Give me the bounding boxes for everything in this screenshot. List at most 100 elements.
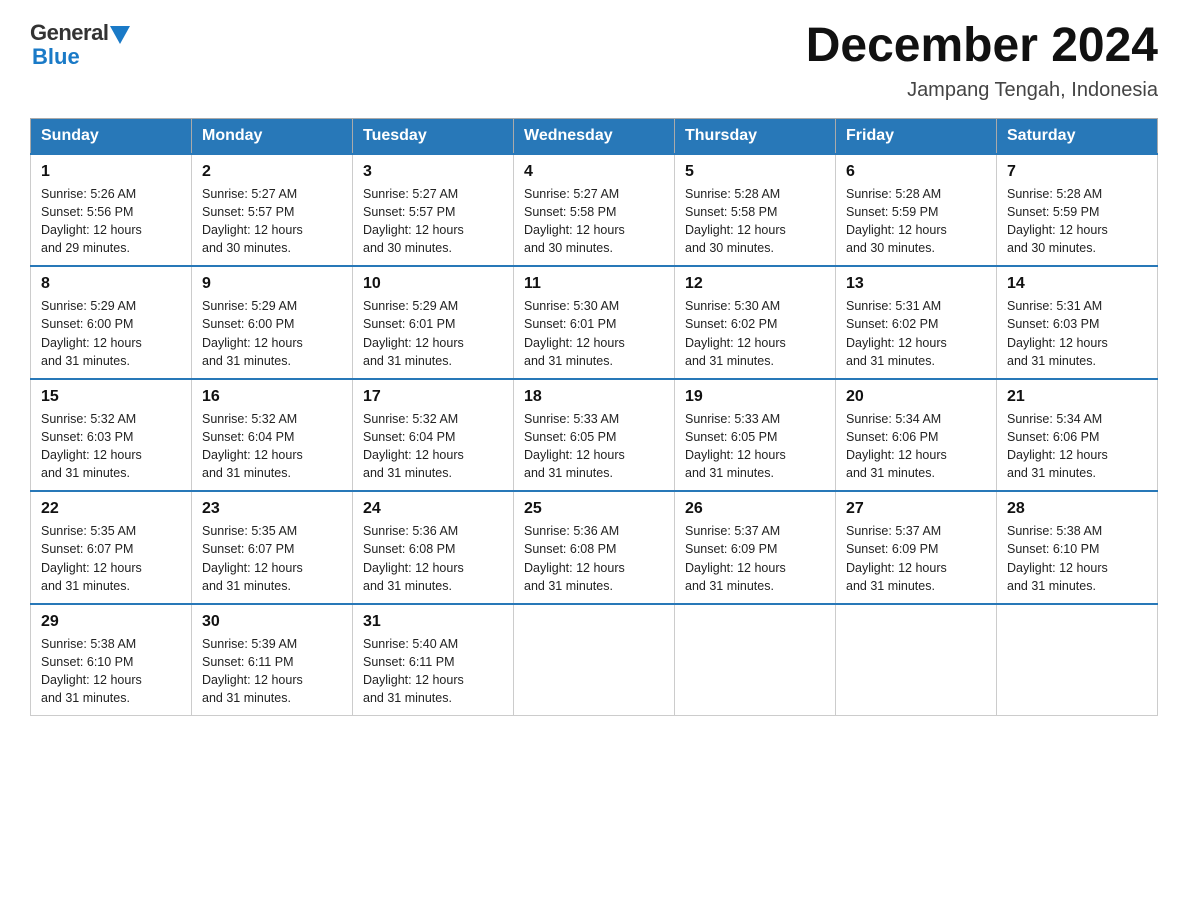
calendar-day-cell <box>675 604 836 716</box>
calendar-week-row: 22 Sunrise: 5:35 AMSunset: 6:07 PMDayligh… <box>31 491 1158 604</box>
calendar-day-cell: 7 Sunrise: 5:28 AMSunset: 5:59 PMDaylight… <box>997 154 1158 267</box>
day-info: Sunrise: 5:35 AMSunset: 6:07 PMDaylight:… <box>41 522 181 595</box>
calendar-day-cell: 22 Sunrise: 5:35 AMSunset: 6:07 PMDayligh… <box>31 491 192 604</box>
day-number: 10 <box>363 275 503 293</box>
day-number: 1 <box>41 163 181 181</box>
day-info: Sunrise: 5:32 AMSunset: 6:04 PMDaylight:… <box>363 410 503 483</box>
calendar-day-cell: 29 Sunrise: 5:38 AMSunset: 6:10 PMDayligh… <box>31 604 192 716</box>
day-number: 4 <box>524 163 664 181</box>
calendar-day-cell: 9Sunrise: 5:29 AMSunset: 6:00 PMDaylight… <box>192 266 353 379</box>
calendar-day-cell: 19 Sunrise: 5:33 AMSunset: 6:05 PMDayligh… <box>675 379 836 492</box>
day-number: 17 <box>363 388 503 406</box>
calendar-day-cell: 27 Sunrise: 5:37 AMSunset: 6:09 PMDayligh… <box>836 491 997 604</box>
day-number: 28 <box>1007 500 1147 518</box>
calendar-day-cell: 17 Sunrise: 5:32 AMSunset: 6:04 PMDayligh… <box>353 379 514 492</box>
calendar-day-cell: 20 Sunrise: 5:34 AMSunset: 6:06 PMDayligh… <box>836 379 997 492</box>
calendar-day-cell: 31 Sunrise: 5:40 AMSunset: 6:11 PMDayligh… <box>353 604 514 716</box>
day-info: Sunrise: 5:37 AMSunset: 6:09 PMDaylight:… <box>685 522 825 595</box>
day-number: 25 <box>524 500 664 518</box>
day-info: Sunrise: 5:26 AMSunset: 5:56 PMDaylight:… <box>41 185 181 258</box>
day-info: Sunrise: 5:33 AMSunset: 6:05 PMDaylight:… <box>685 410 825 483</box>
logo-general-text: General <box>30 20 108 46</box>
day-number: 13 <box>846 275 986 293</box>
day-number: 3 <box>363 163 503 181</box>
calendar-day-cell: 21 Sunrise: 5:34 AMSunset: 6:06 PMDayligh… <box>997 379 1158 492</box>
day-info: Sunrise: 5:28 AMSunset: 5:58 PMDaylight:… <box>685 185 825 258</box>
day-number: 8 <box>41 275 181 293</box>
day-info: Sunrise: 5:34 AMSunset: 6:06 PMDaylight:… <box>1007 410 1147 483</box>
day-number: 21 <box>1007 388 1147 406</box>
day-number: 15 <box>41 388 181 406</box>
day-info: Sunrise: 5:31 AMSunset: 6:03 PMDaylight:… <box>1007 297 1147 370</box>
calendar-table: SundayMondayTuesdayWednesdayThursdayFrid… <box>30 118 1158 717</box>
calendar-day-cell <box>514 604 675 716</box>
day-number: 16 <box>202 388 342 406</box>
calendar-day-cell: 11Sunrise: 5:30 AMSunset: 6:01 PMDayligh… <box>514 266 675 379</box>
day-info: Sunrise: 5:38 AMSunset: 6:10 PMDaylight:… <box>1007 522 1147 595</box>
day-number: 12 <box>685 275 825 293</box>
logo: General Blue <box>30 20 130 70</box>
day-info: Sunrise: 5:34 AMSunset: 6:06 PMDaylight:… <box>846 410 986 483</box>
calendar-day-cell: 6 Sunrise: 5:28 AMSunset: 5:59 PMDaylight… <box>836 154 997 267</box>
day-number: 11 <box>524 275 664 293</box>
day-info: Sunrise: 5:27 AMSunset: 5:57 PMDaylight:… <box>202 185 342 258</box>
day-info: Sunrise: 5:36 AMSunset: 6:08 PMDaylight:… <box>363 522 503 595</box>
day-number: 23 <box>202 500 342 518</box>
calendar-day-cell: 14 Sunrise: 5:31 AMSunset: 6:03 PMDayligh… <box>997 266 1158 379</box>
day-number: 22 <box>41 500 181 518</box>
day-number: 24 <box>363 500 503 518</box>
day-number: 26 <box>685 500 825 518</box>
day-of-week-header: Wednesday <box>514 118 675 154</box>
day-number: 6 <box>846 163 986 181</box>
day-number: 29 <box>41 613 181 631</box>
day-info: Sunrise: 5:33 AMSunset: 6:05 PMDaylight:… <box>524 410 664 483</box>
calendar-day-cell: 26 Sunrise: 5:37 AMSunset: 6:09 PMDayligh… <box>675 491 836 604</box>
day-of-week-header: Thursday <box>675 118 836 154</box>
day-number: 14 <box>1007 275 1147 293</box>
logo-arrow-icon <box>110 26 130 44</box>
day-number: 31 <box>363 613 503 631</box>
calendar-day-cell <box>836 604 997 716</box>
day-info: Sunrise: 5:28 AMSunset: 5:59 PMDaylight:… <box>1007 185 1147 258</box>
day-of-week-header: Tuesday <box>353 118 514 154</box>
day-info: Sunrise: 5:27 AMSunset: 5:58 PMDaylight:… <box>524 185 664 258</box>
day-info: Sunrise: 5:38 AMSunset: 6:10 PMDaylight:… <box>41 635 181 708</box>
calendar-day-cell <box>997 604 1158 716</box>
day-number: 18 <box>524 388 664 406</box>
calendar-day-cell: 8 Sunrise: 5:29 AMSunset: 6:00 PMDaylight… <box>31 266 192 379</box>
day-info: Sunrise: 5:28 AMSunset: 5:59 PMDaylight:… <box>846 185 986 258</box>
page-header: General Blue December 2024 Jampang Tenga… <box>30 20 1158 102</box>
day-number: 2 <box>202 163 342 181</box>
calendar-week-row: 8 Sunrise: 5:29 AMSunset: 6:00 PMDaylight… <box>31 266 1158 379</box>
calendar-day-cell: 16 Sunrise: 5:32 AMSunset: 6:04 PMDayligh… <box>192 379 353 492</box>
calendar-week-row: 15Sunrise: 5:32 AMSunset: 6:03 PMDayligh… <box>31 379 1158 492</box>
calendar-day-cell: 23Sunrise: 5:35 AMSunset: 6:07 PMDayligh… <box>192 491 353 604</box>
day-number: 30 <box>202 613 342 631</box>
day-number: 20 <box>846 388 986 406</box>
calendar-header-row: SundayMondayTuesdayWednesdayThursdayFrid… <box>31 118 1158 154</box>
day-number: 19 <box>685 388 825 406</box>
title-block: December 2024 Jampang Tengah, Indonesia <box>806 20 1158 102</box>
calendar-day-cell: 3 Sunrise: 5:27 AMSunset: 5:57 PMDaylight… <box>353 154 514 267</box>
month-title: December 2024 <box>806 20 1158 73</box>
day-number: 7 <box>1007 163 1147 181</box>
day-info: Sunrise: 5:40 AMSunset: 6:11 PMDaylight:… <box>363 635 503 708</box>
day-info: Sunrise: 5:37 AMSunset: 6:09 PMDaylight:… <box>846 522 986 595</box>
calendar-day-cell: 24 Sunrise: 5:36 AMSunset: 6:08 PMDayligh… <box>353 491 514 604</box>
day-number: 27 <box>846 500 986 518</box>
day-info: Sunrise: 5:36 AMSunset: 6:08 PMDaylight:… <box>524 522 664 595</box>
location-label: Jampang Tengah, Indonesia <box>806 79 1158 102</box>
day-info: Sunrise: 5:32 AMSunset: 6:04 PMDaylight:… <box>202 410 342 483</box>
day-info: Sunrise: 5:27 AMSunset: 5:57 PMDaylight:… <box>363 185 503 258</box>
calendar-day-cell: 2 Sunrise: 5:27 AMSunset: 5:57 PMDaylight… <box>192 154 353 267</box>
calendar-day-cell: 25 Sunrise: 5:36 AMSunset: 6:08 PMDayligh… <box>514 491 675 604</box>
day-number: 5 <box>685 163 825 181</box>
day-info: Sunrise: 5:30 AMSunset: 6:02 PMDaylight:… <box>685 297 825 370</box>
calendar-day-cell: 4 Sunrise: 5:27 AMSunset: 5:58 PMDaylight… <box>514 154 675 267</box>
day-info: Sunrise: 5:29 AMSunset: 6:00 PMDaylight:… <box>41 297 181 370</box>
calendar-day-cell: 18 Sunrise: 5:33 AMSunset: 6:05 PMDayligh… <box>514 379 675 492</box>
calendar-week-row: 29 Sunrise: 5:38 AMSunset: 6:10 PMDayligh… <box>31 604 1158 716</box>
day-of-week-header: Saturday <box>997 118 1158 154</box>
calendar-day-cell: 30Sunrise: 5:39 AMSunset: 6:11 PMDayligh… <box>192 604 353 716</box>
day-info: Sunrise: 5:29 AMSunset: 6:00 PMDaylight:… <box>202 297 342 370</box>
